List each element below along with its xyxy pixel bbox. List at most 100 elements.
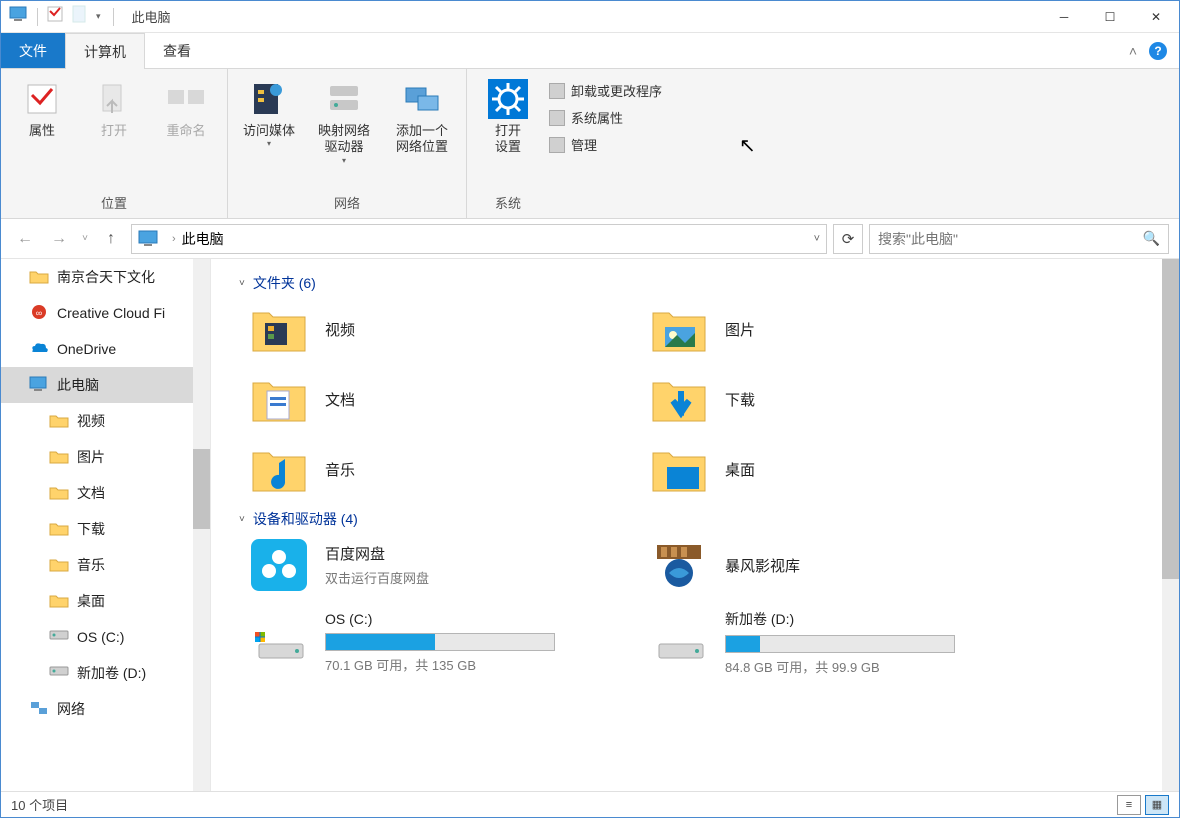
quick-access-toolbar: ▾ <box>1 1 126 32</box>
drive-tile[interactable]: OS (C:)70.1 GB 可用，共 135 GB <box>251 609 631 676</box>
sysprops-icon <box>549 110 565 126</box>
tree-item-icon <box>29 376 49 394</box>
tree-item[interactable]: 南京合天下文化 <box>1 259 210 295</box>
tree-item[interactable]: OS (C:) <box>1 619 210 655</box>
maximize-button[interactable]: ☐ <box>1087 1 1133 33</box>
tree-item[interactable]: 视频 <box>1 403 210 439</box>
drive-icon <box>651 614 707 671</box>
tree-item-icon <box>49 628 69 646</box>
folder-icon <box>251 373 307 425</box>
back-button[interactable]: ← <box>11 225 39 253</box>
chevron-down-icon: ▾ <box>267 139 271 149</box>
access-media-button[interactable]: 访问媒体 ▾ <box>236 75 302 153</box>
manage-link[interactable]: 管理 <box>549 135 662 154</box>
drive-tile[interactable]: 新加卷 (D:) 84.8 GB 可用，共 99.9 GB <box>651 609 1031 676</box>
tree-item[interactable]: 文档 <box>1 475 210 511</box>
search-input[interactable] <box>878 231 1143 247</box>
folder-tile[interactable]: 视频 <box>251 303 631 355</box>
drive-label: 新加卷 (D:) <box>725 609 1031 629</box>
tree-item[interactable]: ∞ Creative Cloud Fi <box>1 295 210 331</box>
details-view-button[interactable]: ≡ <box>1117 795 1141 815</box>
chevron-down-icon[interactable]: ˅ <box>239 514 245 525</box>
refresh-button[interactable]: ⟳ <box>833 224 863 254</box>
app-sub: 双击运行百度网盘 <box>325 568 429 587</box>
tree-item[interactable]: 网络 <box>1 691 210 727</box>
tree-item[interactable]: 新加卷 (D:) <box>1 655 210 691</box>
map-drive-button[interactable]: 映射网络 驱动器 ▾ <box>308 75 380 170</box>
tree-item-label: 音乐 <box>77 555 105 575</box>
qat-dropdown-icon[interactable]: ▾ <box>96 11 101 22</box>
tree-item[interactable]: 桌面 <box>1 583 210 619</box>
chevron-down-icon: ▾ <box>342 156 346 166</box>
tree-item[interactable]: 此电脑 <box>1 367 210 403</box>
chevron-down-icon[interactable]: ˅ <box>239 278 245 289</box>
tree-item-icon <box>49 412 69 430</box>
folder-tile[interactable]: 图片 <box>651 303 1031 355</box>
tiles-view-button[interactable]: ▦ <box>1145 795 1169 815</box>
app-label: 暴风影视库 <box>725 555 800 576</box>
tree-item[interactable]: 音乐 <box>1 547 210 583</box>
tree-item-label: 新加卷 (D:) <box>77 663 146 683</box>
folder-tile[interactable]: 音乐 <box>251 443 631 495</box>
tab-computer[interactable]: 计算机 <box>65 33 145 69</box>
app-icon <box>651 539 707 591</box>
folder-label: 图片 <box>725 319 755 340</box>
tree-item-icon <box>49 448 69 466</box>
folder-icon <box>651 303 707 355</box>
drive-free-text: 84.8 GB 可用，共 99.9 GB <box>725 657 1031 676</box>
pc-icon <box>138 230 160 248</box>
app-tile[interactable]: 暴风影视库 <box>651 539 1031 591</box>
tree-item-icon <box>49 592 69 610</box>
folder-icon <box>651 373 707 425</box>
properties-button[interactable]: 属性 <box>9 75 75 143</box>
app-tile[interactable]: 百度网盘双击运行百度网盘 <box>251 539 631 591</box>
tree-item-icon <box>49 520 69 538</box>
pc-icon <box>9 6 29 27</box>
qat-file-icon[interactable] <box>72 5 88 28</box>
collapse-ribbon-icon[interactable]: ˄ <box>1129 43 1137 59</box>
search-icon[interactable]: 🔍 <box>1143 230 1160 247</box>
navigation-pane[interactable]: 南京合天下文化 ∞ Creative Cloud Fi OneDrive此电脑视频图片… <box>1 259 211 793</box>
folder-tile[interactable]: 下载 <box>651 373 1031 425</box>
breadcrumb[interactable]: 此电脑 <box>182 229 224 249</box>
app-label: 百度网盘 <box>325 543 429 564</box>
tree-item-label: OS (C:) <box>77 629 124 645</box>
section-header-folders[interactable]: ˅ 文件夹 (6) <box>211 259 1162 303</box>
tree-item-label: 文档 <box>77 483 105 503</box>
tree-item-label: 视频 <box>77 411 105 431</box>
history-dropdown-icon[interactable]: ˅ <box>79 233 91 244</box>
uninstall-icon <box>549 83 565 99</box>
qat-separator <box>113 8 114 26</box>
up-button[interactable]: ↑ <box>97 225 125 253</box>
tree-item-icon: ∞ <box>29 304 49 322</box>
scrollbar-thumb[interactable] <box>193 449 210 529</box>
add-network-location-button[interactable]: 添加一个 网络位置 <box>386 75 458 160</box>
tree-item-icon <box>49 664 69 682</box>
tree-item-icon <box>49 556 69 574</box>
scrollbar-thumb[interactable] <box>1162 259 1179 579</box>
folder-tile[interactable]: 桌面 <box>651 443 1031 495</box>
folder-tile[interactable]: 文档 <box>251 373 631 425</box>
section-header-devices[interactable]: ˅ 设备和驱动器 (4) <box>211 495 1162 539</box>
tree-item-label: Creative Cloud Fi <box>57 305 165 321</box>
tree-item[interactable]: 图片 <box>1 439 210 475</box>
address-bar[interactable]: › 此电脑 ˅ <box>131 224 827 254</box>
help-icon[interactable]: ? <box>1149 42 1167 60</box>
search-box[interactable]: 🔍 <box>869 224 1169 254</box>
system-properties-link[interactable]: 系统属性 <box>549 108 662 127</box>
forward-button[interactable]: → <box>45 225 73 253</box>
content-pane[interactable]: ˅ 文件夹 (6) 视频 图片文档下载音乐 桌面 ˅ 设备和驱动器 (4) 百度网盘… <box>211 259 1179 793</box>
properties-qat-icon[interactable] <box>46 5 64 28</box>
tab-view[interactable]: 查看 <box>145 33 209 68</box>
address-dropdown-icon[interactable]: ˅ <box>814 233 820 245</box>
tab-file[interactable]: 文件 <box>1 33 65 68</box>
tree-item[interactable]: OneDrive <box>1 331 210 367</box>
minimize-button[interactable]: ─ <box>1041 1 1087 33</box>
chevron-right-icon[interactable]: › <box>172 233 176 245</box>
folder-label: 桌面 <box>725 459 755 480</box>
open-settings-button[interactable]: 打开 设置 <box>475 75 541 160</box>
close-button[interactable]: ✕ <box>1133 1 1179 33</box>
tree-item[interactable]: 下载 <box>1 511 210 547</box>
folder-icon <box>251 443 307 495</box>
uninstall-programs-link[interactable]: 卸载或更改程序 <box>549 81 662 100</box>
